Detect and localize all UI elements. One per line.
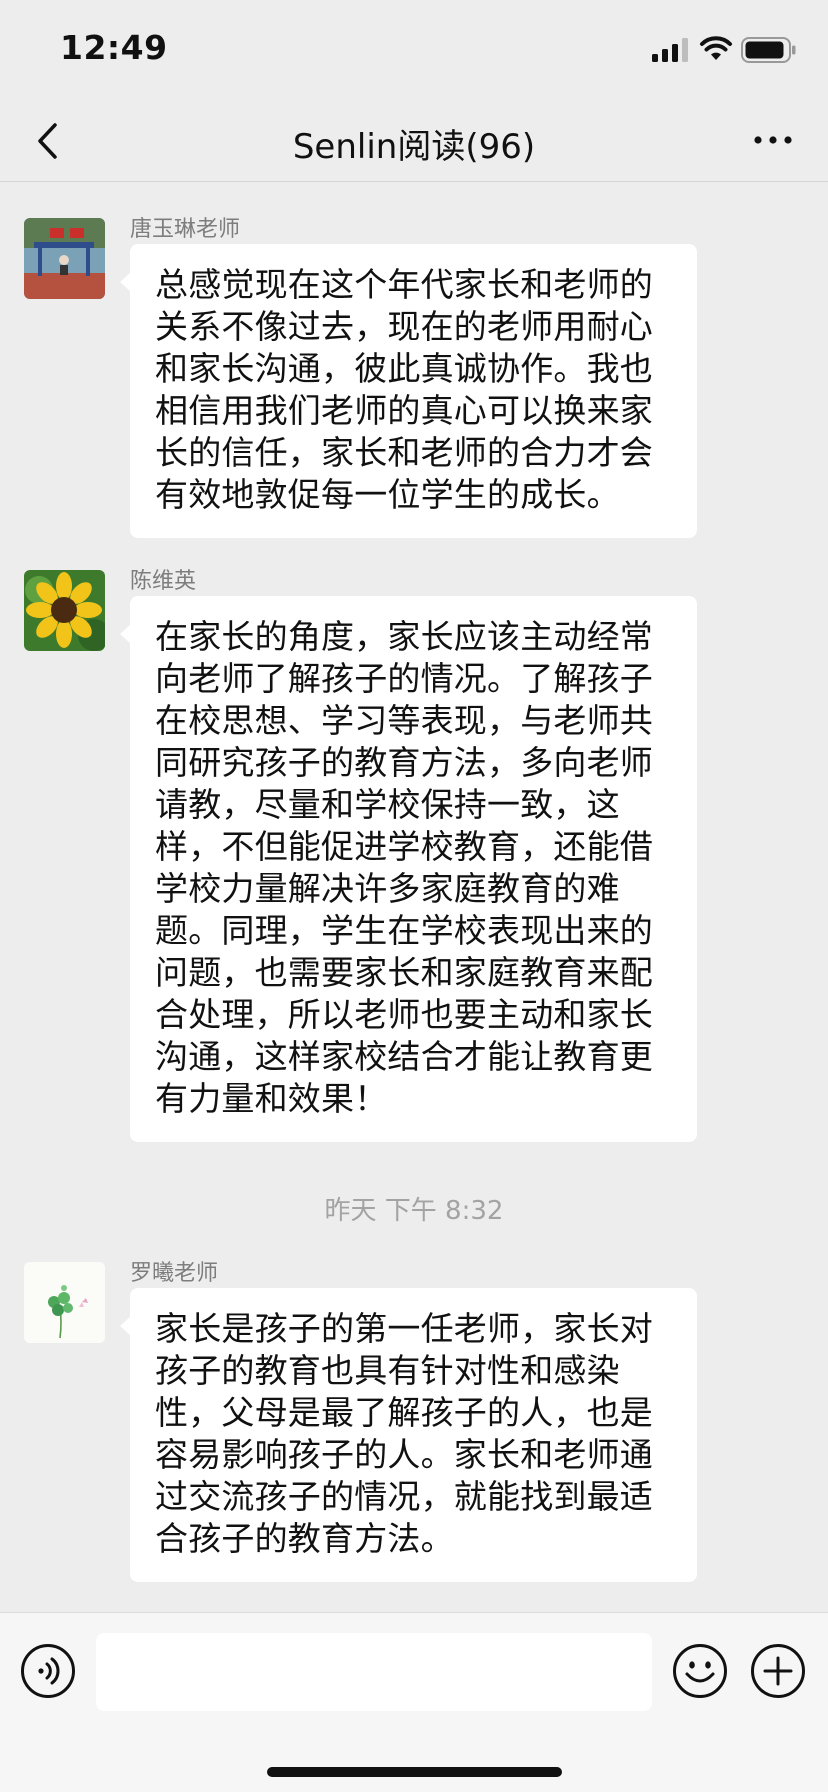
signal-icon xyxy=(652,38,688,62)
message-line: 有效地敦促每一位学生的成长。 xyxy=(155,475,620,514)
message-line: 关系不像过去，现在的老师用耐心 xyxy=(155,307,653,346)
message-line: 请教，尽量和学校保持一致，这 xyxy=(155,785,620,824)
plus-button[interactable] xyxy=(750,1643,806,1699)
voice-icon xyxy=(21,1644,75,1698)
message-line: 和家长沟通，彼此真诚协作。我也 xyxy=(155,349,653,388)
sender-name: 唐玉琳老师 xyxy=(130,217,241,242)
status-bar: 12:49 xyxy=(0,0,828,100)
message-line: 题。同理，学生在学校表现出来的 xyxy=(155,911,653,950)
plus-circle-icon xyxy=(751,1644,805,1698)
message-line: 总感觉现在这个年代家长和老师的 xyxy=(155,265,653,304)
chat-screen: 12:49 Senlin阅读(96) 唐玉琳老师 总感觉现在这个年代家长和老师的… xyxy=(0,0,828,1792)
avatar[interactable] xyxy=(24,570,105,651)
smiley-icon xyxy=(673,1644,727,1698)
message-line: 相信用我们老师的真心可以换来家 xyxy=(155,391,653,430)
message-line: 容易影响孩子的人。家长和老师通 xyxy=(155,1435,653,1474)
message-line: 长的信任，家长和老师的合力才会 xyxy=(155,433,653,472)
input-bar xyxy=(0,1612,828,1792)
message-line: 问题，也需要家长和家庭教育来配 xyxy=(155,953,653,992)
message-line: 样，不但能促进学校教育，还能借 xyxy=(155,827,653,866)
message-line: 在校思想、学习等表现，与老师共 xyxy=(155,701,653,740)
message-line: 在家长的角度，家长应该主动经常 xyxy=(155,617,653,656)
message-line: 学校力量解决许多家庭教育的难 xyxy=(155,869,620,908)
sunflower-avatar-icon xyxy=(24,570,105,651)
chat-title: Senlin阅读(96) xyxy=(292,127,536,167)
message-line: 家长是孩子的第一任老师，家长对 xyxy=(155,1309,653,1348)
playground-photo-avatar-icon xyxy=(24,218,105,299)
message-line: 向老师了解孩子的情况。了解孩子 xyxy=(155,659,653,698)
home-indicator[interactable] xyxy=(267,1767,562,1777)
message-line: 沟通，这样家校结合才能让教育更 xyxy=(155,1037,653,1076)
sender-name: 罗曦老师 xyxy=(130,1261,219,1286)
message-line: 同研究孩子的教育方法，多向老师 xyxy=(155,743,653,782)
more-dots-icon xyxy=(753,136,792,144)
message-bubble[interactable]: 在家长的角度，家长应该主动经常 向老师了解孩子的情况。了解孩子 在校思想、学习等… xyxy=(120,596,697,1142)
emoji-button[interactable] xyxy=(672,1643,728,1699)
message-bubble[interactable]: 家长是孩子的第一任老师，家长对 孩子的教育也具有针对性和感染 性，父母是最了解孩… xyxy=(120,1288,697,1582)
message-line: 孩子的教育也具有针对性和感染 xyxy=(155,1351,620,1390)
voice-button[interactable] xyxy=(20,1643,76,1699)
status-time: 12:49 xyxy=(60,28,168,67)
message-line: 性，父母是最了解孩子的人，也是 xyxy=(155,1393,653,1432)
message-timestamp: 昨天 下午 8:32 xyxy=(324,1196,504,1226)
nav-bar: Senlin阅读(96) xyxy=(0,100,828,182)
more-button[interactable] xyxy=(745,120,800,160)
avatar[interactable] xyxy=(24,1262,105,1343)
clover-avatar-icon xyxy=(24,1262,105,1343)
sender-name: 陈维英 xyxy=(130,569,197,594)
avatar[interactable] xyxy=(24,218,105,299)
message-line: 有力量和效果！ xyxy=(155,1079,388,1118)
wifi-icon xyxy=(700,36,732,60)
battery-icon xyxy=(741,37,796,63)
message-line: 合孩子的教育方法。 xyxy=(155,1519,454,1558)
message-line: 过交流孩子的情况，就能找到最适 xyxy=(155,1477,653,1516)
message-line: 合处理，所以老师也要主动和家长 xyxy=(155,995,653,1034)
message-bubble[interactable]: 总感觉现在这个年代家长和老师的 关系不像过去，现在的老师用耐心 和家长沟通，彼此… xyxy=(120,244,697,538)
message-input[interactable] xyxy=(96,1633,652,1711)
